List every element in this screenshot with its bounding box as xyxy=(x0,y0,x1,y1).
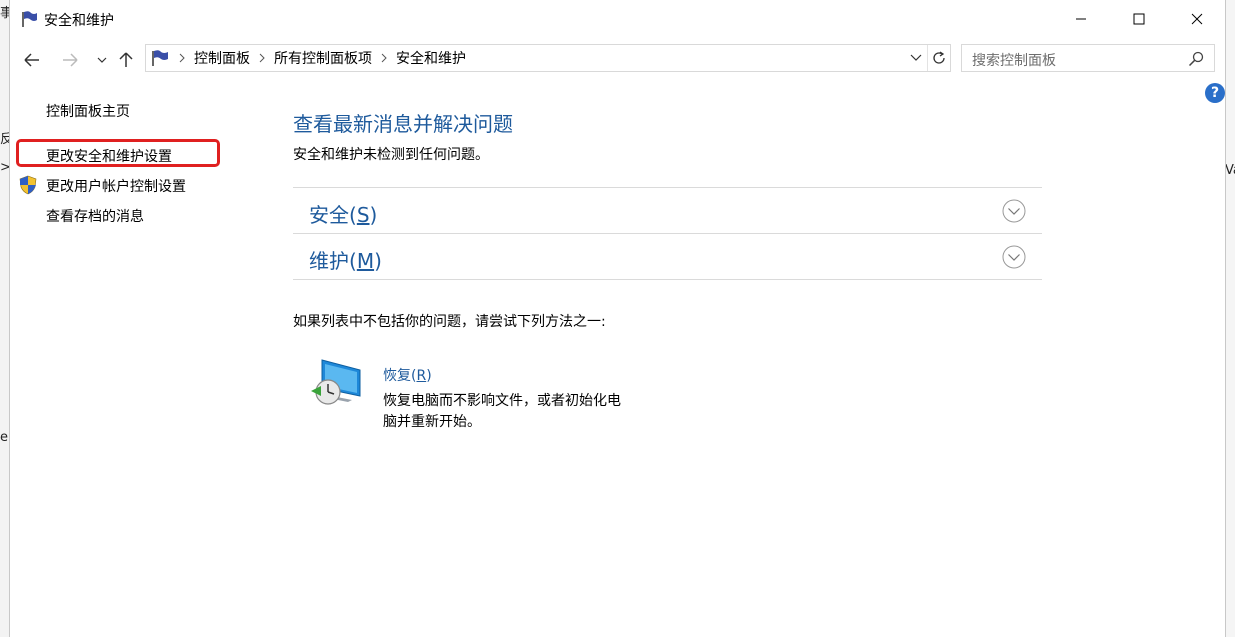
help-button[interactable]: ? xyxy=(1205,83,1225,103)
recovery-link-text-end: ) xyxy=(426,368,432,384)
navigation-bar: 控制面板 所有控制面板项 安全和维护 搜索控制面板 xyxy=(10,44,1225,74)
expand-chevron-icon[interactable] xyxy=(1002,245,1026,269)
address-dropdown-button[interactable] xyxy=(906,45,926,71)
breadcrumb-separator-icon[interactable] xyxy=(372,53,396,63)
chevron-down-icon xyxy=(97,57,107,63)
sidebar-item-change-uac-settings[interactable]: 更改用户帐户控制设置 xyxy=(46,176,186,196)
back-arrow-icon xyxy=(24,53,39,67)
maintenance-section-label: 维护( xyxy=(309,249,357,273)
window-title: 安全和维护 xyxy=(44,13,114,29)
uac-shield-icon xyxy=(19,175,37,195)
up-arrow-icon xyxy=(119,52,133,67)
maintenance-section-label-end: ) xyxy=(374,249,382,273)
breadcrumb-all-items[interactable]: 所有控制面板项 xyxy=(274,48,372,68)
up-button[interactable] xyxy=(114,48,138,72)
breadcrumb-security-maintenance[interactable]: 安全和维护 xyxy=(396,48,466,68)
recovery-description: 恢复电脑而不影响文件，或者初始化电脑并重新开始。 xyxy=(383,393,621,430)
security-flag-icon xyxy=(152,50,168,66)
page-title: 查看最新消息并解决问题 xyxy=(293,112,513,136)
close-button[interactable] xyxy=(1168,0,1226,38)
refresh-icon xyxy=(933,51,945,64)
maintenance-section-hotkey: M xyxy=(356,249,375,273)
close-icon xyxy=(1191,13,1203,25)
title-bar: 安全和维护 xyxy=(10,0,1225,38)
search-input[interactable]: 搜索控制面板 xyxy=(972,50,1056,70)
security-section-label: 安全( xyxy=(309,203,357,227)
expand-chevron-icon[interactable] xyxy=(1002,199,1026,223)
forward-button[interactable] xyxy=(58,48,82,72)
security-flag-icon xyxy=(22,11,37,27)
back-button[interactable] xyxy=(20,48,44,72)
maximize-button[interactable] xyxy=(1110,0,1168,38)
address-bar[interactable]: 控制面板 所有控制面板项 安全和维护 xyxy=(145,44,951,72)
control-panel-window: 安全和维护 控制面板 所有控制面板项 安全和维护 搜索控制面板 ? 控制面板主页… xyxy=(9,0,1226,637)
background-window-strip-right: Va xyxy=(1225,0,1235,637)
security-section-hotkey: S xyxy=(356,203,370,227)
sidebar-item-change-security-settings[interactable]: 更改安全和维护设置 xyxy=(46,146,172,166)
breadcrumb-separator-icon[interactable] xyxy=(170,53,194,63)
background-text: Va xyxy=(1225,163,1235,178)
alternatives-prompt: 如果列表中不包括你的问题，请尝试下列方法之一: xyxy=(293,314,606,330)
recovery-computer-icon xyxy=(311,359,361,405)
refresh-button[interactable] xyxy=(927,45,950,71)
breadcrumb-control-panel[interactable]: 控制面板 xyxy=(194,48,250,68)
search-icon[interactable] xyxy=(1188,51,1204,67)
security-section-label-end: ) xyxy=(369,203,378,227)
recovery-link-hotkey: R xyxy=(416,368,427,384)
maintenance-section-header[interactable]: 维护(M) xyxy=(309,245,382,274)
recovery-link[interactable]: 恢复(R) xyxy=(383,365,432,385)
search-box[interactable]: 搜索控制面板 xyxy=(961,44,1215,72)
recovery-link-text: 恢复( xyxy=(383,368,417,384)
chevron-down-icon xyxy=(910,54,922,61)
sidebar-item-control-panel-home[interactable]: 控制面板主页 xyxy=(46,101,130,121)
forward-arrow-icon xyxy=(63,53,78,67)
breadcrumb-separator-icon[interactable] xyxy=(250,53,274,63)
maximize-icon xyxy=(1133,13,1145,25)
status-message: 安全和维护未检测到任何问题。 xyxy=(293,147,489,163)
sidebar-item-view-archived-messages[interactable]: 查看存档的消息 xyxy=(46,206,144,226)
divider xyxy=(293,279,1042,280)
background-text: e xyxy=(0,430,8,445)
divider xyxy=(293,187,1042,188)
minimize-button[interactable] xyxy=(1052,0,1110,38)
minimize-icon xyxy=(1076,18,1086,20)
security-section-header[interactable]: 安全(S) xyxy=(309,199,377,228)
recent-locations-button[interactable] xyxy=(90,48,114,72)
divider xyxy=(293,233,1042,234)
